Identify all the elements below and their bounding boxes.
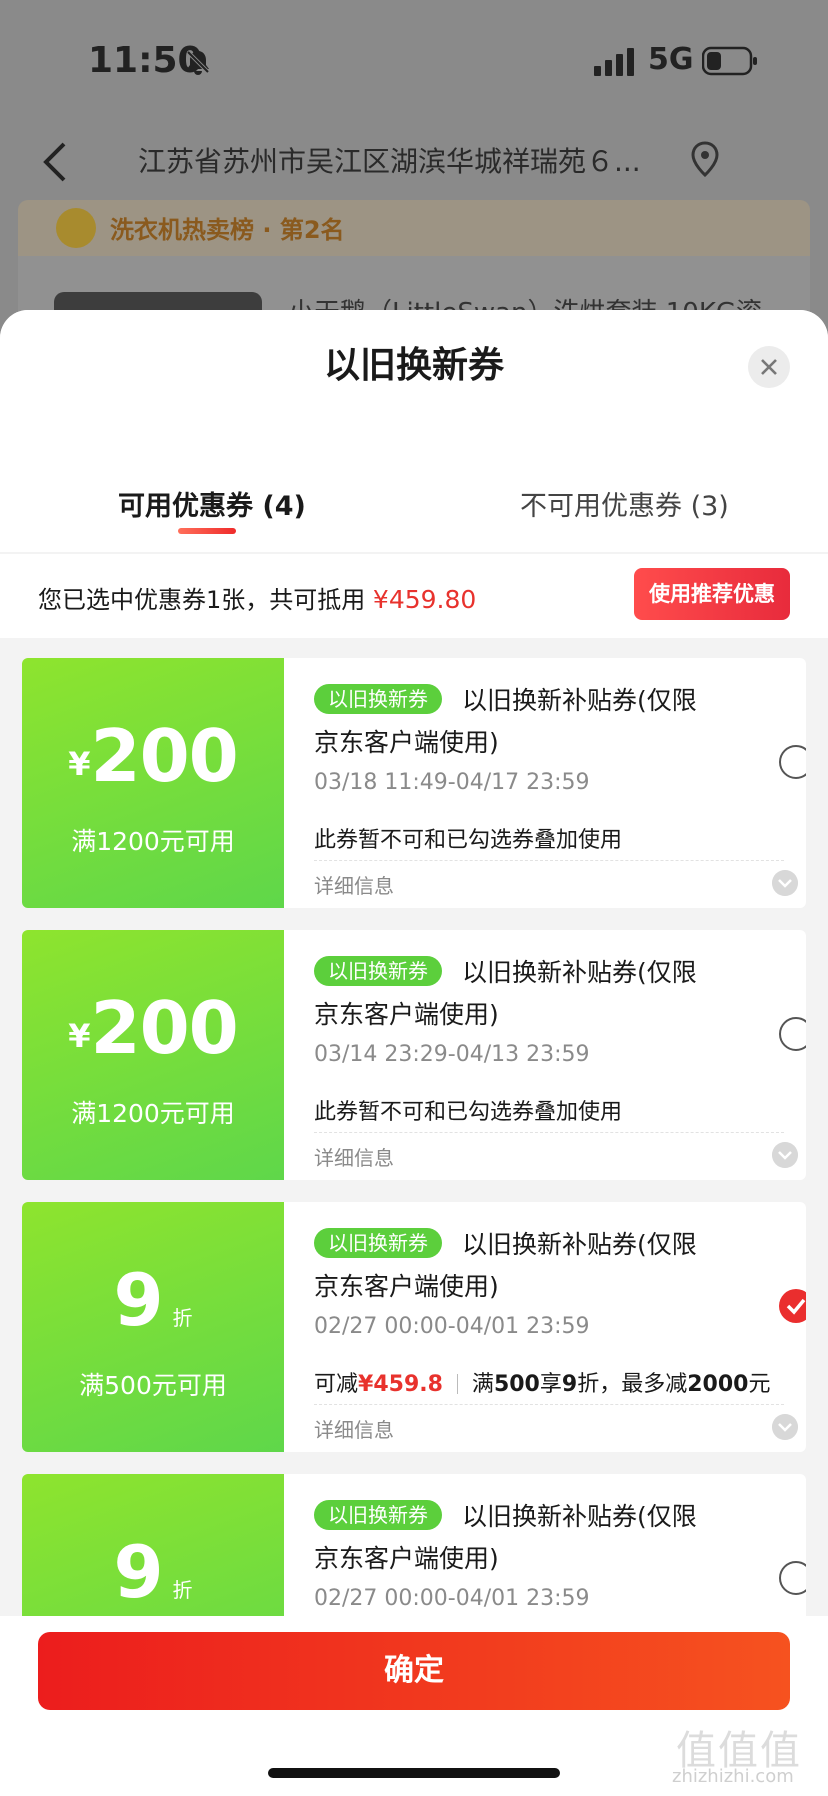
divider xyxy=(314,1132,784,1133)
coupon-note: 此券暂不可和已勾选券叠加使用 xyxy=(314,1100,623,1125)
tab-available[interactable]: 可用优惠券 (4) xyxy=(118,484,306,523)
coupon-amount: ¥200 xyxy=(68,714,239,798)
coupon-info: 以旧换新补贴券(仅限京东客户端使用) 以旧换新券 02/27 00:00-04/… xyxy=(284,1202,806,1452)
coupon-value-panel: ¥200 满1200元可用 xyxy=(22,658,284,908)
sheet-header: 以旧换新券 可用优惠券 (4) 不可用优惠券 (3) xyxy=(0,310,828,552)
coupon-amount: 9折 xyxy=(113,1258,193,1342)
coupon-value-panel: 9折 满500元可用 xyxy=(22,1202,284,1452)
coupon-radio[interactable] xyxy=(779,1017,806,1051)
home-indicator xyxy=(268,1768,560,1778)
watermark-url: zhizhizhi.com xyxy=(672,1766,794,1787)
location-pin-icon[interactable] xyxy=(688,140,722,180)
coupon-radio[interactable] xyxy=(779,1561,806,1595)
chevron-down-icon[interactable] xyxy=(772,870,798,896)
signal-icon xyxy=(594,48,634,76)
battery-icon xyxy=(702,46,757,76)
summary-amount: ¥459.80 xyxy=(372,585,477,614)
nav-bar: 江苏省苏州市吴江区湖滨华城祥瑞苑６... xyxy=(0,120,828,204)
detail-info-link[interactable]: 详细信息 xyxy=(314,1414,394,1443)
selection-summary: 您已选中优惠券1张，共可抵用 ¥459.80 使用推荐优惠 xyxy=(0,554,828,638)
tab-active-indicator xyxy=(178,528,236,534)
product-strip: 小天鹅（LittleSwan）洗烘套装 10KG滚 xyxy=(18,256,810,328)
detail-info-link[interactable]: 详细信息 xyxy=(314,870,394,899)
coupon-valid-date: 02/27 00:00-04/01 23:59 xyxy=(314,1314,590,1339)
coupon-threshold: 满1200元可用 xyxy=(71,1099,235,1128)
status-bar: 11:50 5G xyxy=(0,0,828,120)
use-recommended-button[interactable]: 使用推荐优惠 xyxy=(634,568,790,620)
coupon-card[interactable]: ¥200 满1200元可用 以旧换新补贴券(仅限京东客户端使用) 以旧换新券 0… xyxy=(22,930,806,1180)
coupon-threshold: 满1200元可用 xyxy=(71,827,235,856)
back-arrow-icon[interactable] xyxy=(40,140,70,184)
coupon-card[interactable]: ¥200 满1200元可用 以旧换新补贴券(仅限京东客户端使用) 以旧换新券 0… xyxy=(22,658,806,908)
coupon-tag-badge: 以旧换新券 xyxy=(314,1228,442,1258)
coupon-info: 以旧换新补贴券(仅限京东客户端使用) 以旧换新券 03/14 23:29-04/… xyxy=(284,930,806,1180)
checkmark-icon xyxy=(786,1298,806,1315)
coupon-valid-date: 03/18 11:49-04/17 23:59 xyxy=(314,770,590,795)
rank-label: 洗衣机热卖榜 · 第2名 xyxy=(110,216,345,244)
coupon-radio[interactable] xyxy=(779,745,806,779)
detail-info-link[interactable]: 详细信息 xyxy=(314,1142,394,1171)
network-label: 5G xyxy=(648,42,694,77)
coupon-valid-date: 02/27 00:00-04/01 23:59 xyxy=(314,1586,590,1611)
chevron-down-icon[interactable] xyxy=(772,1414,798,1440)
coupon-radio-checked[interactable] xyxy=(779,1289,806,1323)
close-button[interactable] xyxy=(748,346,790,388)
tab-unavailable[interactable]: 不可用优惠券 (3) xyxy=(520,484,729,523)
bell-muted-icon xyxy=(186,50,210,75)
sheet-title: 以旧换新券 xyxy=(323,345,504,386)
coupon-value-panel: ¥200 满1200元可用 xyxy=(22,930,284,1180)
coupon-amount: 9折 xyxy=(113,1530,193,1614)
confirm-button[interactable]: 确定 xyxy=(38,1632,790,1710)
coupon-valid-date: 03/14 23:29-04/13 23:59 xyxy=(314,1042,590,1067)
coupon-info: 以旧换新补贴券(仅限京东客户端使用) 以旧换新券 03/18 11:49-04/… xyxy=(284,658,806,908)
nav-address[interactable]: 江苏省苏州市吴江区湖滨华城祥瑞苑６... xyxy=(138,140,641,180)
coupon-card-selected[interactable]: 9折 满500元可用 以旧换新补贴券(仅限京东客户端使用) 以旧换新券 02/2… xyxy=(22,1202,806,1452)
coupon-tag-badge: 以旧换新券 xyxy=(314,1500,442,1530)
background-page: 11:50 5G 江苏省苏州市吴江区湖滨华城祥瑞苑６... 洗衣机热卖榜 · 第… xyxy=(0,0,828,340)
coupon-amount: ¥200 xyxy=(68,986,239,1070)
coupon-threshold: 满500元可用 xyxy=(79,1371,227,1400)
rank-strip: 洗衣机热卖榜 · 第2名 xyxy=(18,200,810,256)
summary-text: 您已选中优惠券1张，共可抵用 ¥459.80 xyxy=(38,585,477,614)
coupon-tag-badge: 以旧换新券 xyxy=(314,956,442,986)
coupon-note: 此券暂不可和已勾选券叠加使用 xyxy=(314,828,623,853)
divider xyxy=(314,860,784,861)
coupon-sheet: 以旧换新券 可用优惠券 (4) 不可用优惠券 (3) 您已选中优惠券1张，共可抵… xyxy=(0,310,828,1796)
trophy-icon xyxy=(56,208,96,248)
coupon-tag-badge: 以旧换新券 xyxy=(314,684,442,714)
close-icon xyxy=(761,359,777,375)
chevron-down-icon[interactable] xyxy=(772,1142,798,1168)
divider xyxy=(314,1404,784,1405)
coupon-saving-note: 可减¥459.8 满500享9折，最多减2000元 xyxy=(314,1372,771,1397)
